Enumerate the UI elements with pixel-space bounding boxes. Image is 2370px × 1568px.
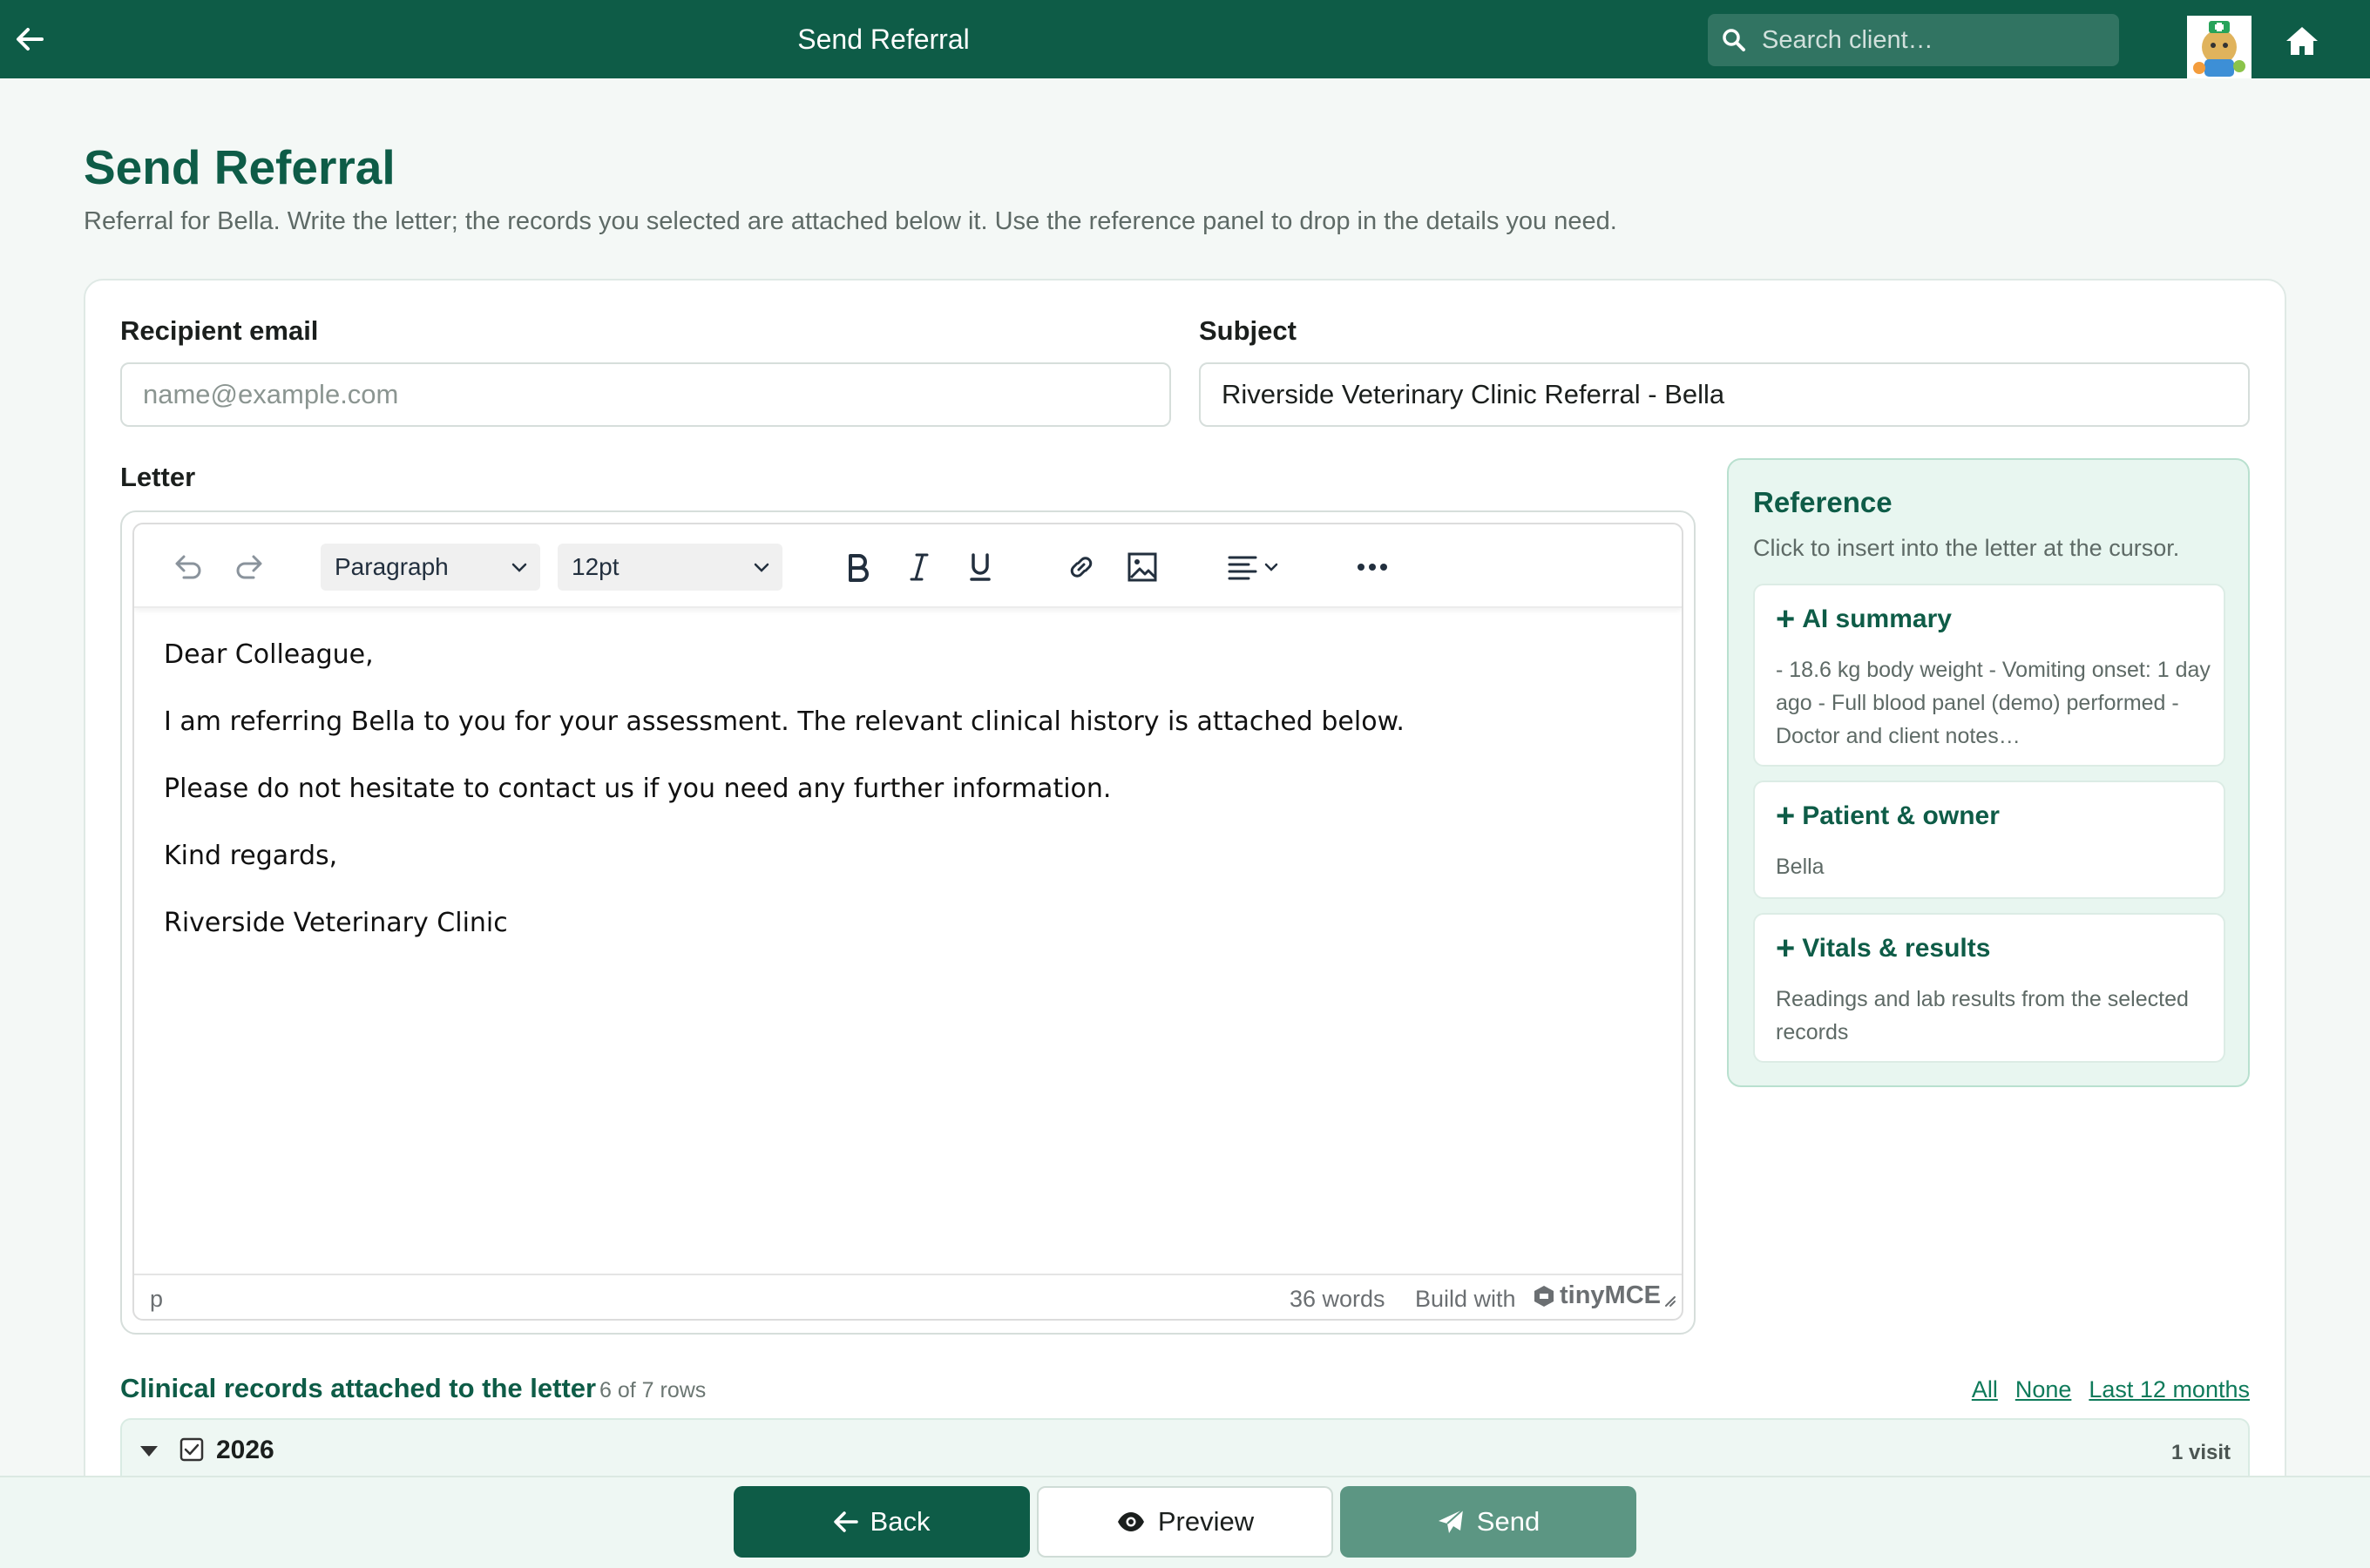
plus-icon: + [1776, 601, 1796, 638]
redo-icon[interactable] [228, 545, 272, 589]
reference-item-title: AI summary [1802, 605, 1952, 633]
top-app-bar: Send Referral [0, 0, 2370, 78]
select-none-link[interactable]: None [2015, 1376, 2072, 1403]
tinymce-logo[interactable]: tinyMCE [1532, 1281, 1661, 1310]
italic-icon[interactable] [897, 545, 941, 589]
resize-handle-icon[interactable] [1662, 1287, 1676, 1314]
records-title: Clinical records attached to the letter [120, 1373, 597, 1403]
reference-item-body: Bella [1776, 855, 1825, 879]
reference-title: Reference [1753, 486, 1893, 518]
letter-paragraph[interactable]: Kind regards, [164, 839, 1645, 874]
letter-paragraph[interactable]: Riverside Veterinary Clinic [164, 906, 1645, 941]
client-search[interactable] [1708, 14, 2119, 66]
app-bar-title: Send Referral [797, 23, 970, 55]
branding-text: Build with [1415, 1286, 1516, 1312]
year-label: 2026 [216, 1436, 274, 1464]
underline-icon[interactable] [958, 545, 1002, 589]
reference-item-vitals-results[interactable]: + Vitals & results Readings and lab resu… [1753, 913, 2225, 1063]
reference-item-patient-owner[interactable]: + Patient & owner Bella [1753, 781, 2225, 899]
font-size-select[interactable]: 12pt [558, 544, 782, 591]
preview-button[interactable]: Preview [1037, 1486, 1333, 1558]
reference-item-header: + AI summary [1776, 601, 1952, 638]
back-button-label: Back [870, 1506, 931, 1537]
send-button-label: Send [1476, 1506, 1540, 1537]
caret-down-icon[interactable] [138, 1443, 160, 1464]
preview-button-label: Preview [1157, 1506, 1255, 1537]
records-count: 6 of 7 rows [599, 1378, 707, 1402]
recipient-email-label: Recipient email [120, 315, 319, 346]
search-icon [1722, 27, 1748, 53]
reference-item-ai-summary[interactable]: + AI summary - 18.6 kg body weight - Vom… [1753, 584, 2225, 767]
more-icon[interactable] [1351, 545, 1394, 589]
select-all-link[interactable]: All [1972, 1376, 1998, 1403]
clinic-avatar[interactable] [2187, 16, 2252, 78]
undo-icon[interactable] [166, 545, 209, 589]
block-format-select[interactable]: Paragraph [321, 544, 540, 591]
font-size-value: 12pt [572, 553, 620, 580]
letter-paragraph[interactable]: Dear Colleague, [164, 638, 1645, 672]
reference-item-body: - 18.6 kg body weight - Vomiting onset: … [1776, 658, 2211, 748]
eye-icon [1117, 1512, 1144, 1531]
year-checkbox[interactable] [179, 1437, 204, 1466]
records-filter-links: All None Last 12 months [1972, 1376, 2250, 1403]
last-12-months-link[interactable]: Last 12 months [2089, 1376, 2250, 1403]
element-path[interactable]: p [150, 1286, 163, 1313]
reference-item-title: Vitals & results [1802, 934, 1991, 963]
chevron-down-icon [509, 557, 530, 585]
align-icon[interactable] [1222, 545, 1291, 589]
recipient-email-input[interactable] [120, 362, 1171, 427]
reference-item-body: Readings and lab results from the select… [1776, 987, 2189, 1044]
letter-paragraph[interactable]: Please do not hesitate to contact us if … [164, 772, 1645, 807]
home-icon[interactable] [2283, 22, 2321, 60]
reference-item-header: + Patient & owner [1776, 798, 2000, 835]
bottom-action-bar: Back Preview Send [0, 1476, 2370, 1568]
block-format-value: Paragraph [335, 553, 449, 580]
reference-item-title: Patient & owner [1802, 801, 2000, 830]
editor-content[interactable]: Dear Colleague, I am referring Bella to … [164, 638, 1645, 973]
letter-editor[interactable]: Paragraph 12pt Dear Colleague, I am refe… [132, 523, 1683, 1321]
plus-icon: + [1776, 798, 1796, 835]
back-arrow-icon [833, 1511, 858, 1532]
word-count[interactable]: 36 words [1290, 1286, 1385, 1313]
chevron-down-icon [751, 557, 772, 585]
editor-toolbar: Paragraph 12pt [134, 524, 1682, 608]
bold-icon[interactable] [836, 545, 880, 589]
send-button[interactable]: Send [1340, 1486, 1636, 1558]
reference-panel: Reference Click to insert into the lette… [1727, 458, 2250, 1087]
tinymce-brand-name: tinyMCE [1560, 1281, 1661, 1309]
letter-paragraph[interactable]: I am referring Bella to you for your ass… [164, 705, 1645, 740]
reference-hint: Click to insert into the letter at the c… [1753, 535, 2180, 561]
page-title: Send Referral [84, 140, 396, 194]
plus-icon: + [1776, 930, 1796, 967]
subject-input[interactable] [1199, 362, 2250, 427]
page-subtitle: Referral for Bella. Write the letter; th… [84, 207, 1617, 235]
editor-statusbar: p 36 words Build with tinyMCE [134, 1274, 1682, 1319]
letter-label: Letter [120, 462, 196, 492]
back-button[interactable]: Back [734, 1486, 1030, 1558]
reference-item-header: + Vitals & results [1776, 930, 1991, 967]
search-input[interactable] [1762, 25, 2110, 55]
link-icon[interactable] [1060, 545, 1103, 589]
subject-label: Subject [1199, 315, 1297, 346]
send-icon [1438, 1509, 1464, 1533]
image-icon[interactable] [1121, 545, 1164, 589]
visit-count: 1 visit [2170, 1441, 2231, 1464]
